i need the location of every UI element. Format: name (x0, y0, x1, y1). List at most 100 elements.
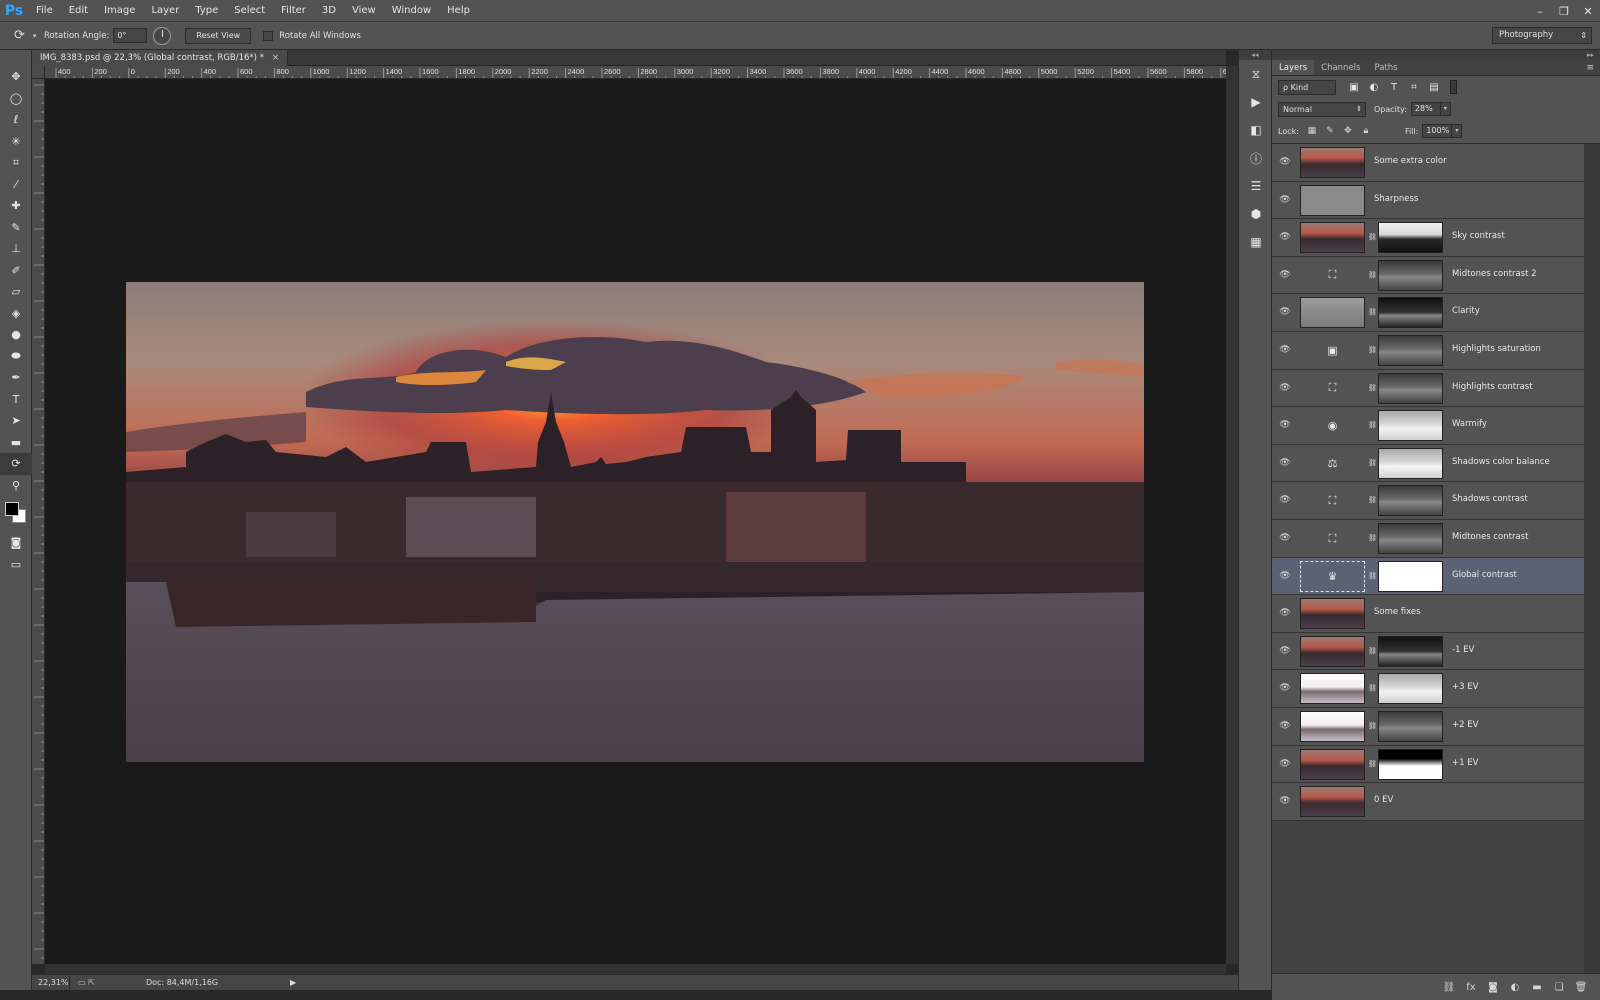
layer-row[interactable]: 👁 ♛ ⛓ Global contrast (1272, 557, 1584, 596)
visibility-eye-icon[interactable]: 👁 (1278, 796, 1292, 806)
opacity-input[interactable]: 28% (1410, 102, 1441, 116)
layer-mask-thumbnail[interactable] (1378, 410, 1443, 442)
fill-input[interactable]: 100% (1422, 124, 1453, 138)
lock-position-icon[interactable]: ✥ (1339, 126, 1357, 136)
mask-link-icon[interactable]: ⛓ (1368, 344, 1377, 356)
smart-object-filter-icon[interactable]: ▤ (1424, 82, 1444, 93)
marquee-tool-icon[interactable]: ◯ (0, 88, 32, 110)
link-layers-icon[interactable]: ⛓ (1438, 982, 1460, 993)
actions-panel-icon[interactable]: ▶ (1239, 88, 1273, 116)
menu-file[interactable]: File (28, 0, 61, 22)
layer-row[interactable]: 👁 ▣ ⛓ Highlights saturation (1272, 332, 1584, 370)
adjustment-layer-icon[interactable]: ⛶ (1300, 260, 1365, 291)
layer-thumbnail[interactable] (1300, 635, 1365, 667)
layer-thumbnail[interactable] (1300, 222, 1365, 254)
mask-link-icon[interactable]: ⛓ (1368, 532, 1377, 544)
mask-link-icon[interactable]: ⛓ (1368, 419, 1377, 431)
history-panel-icon[interactable]: ⧖ (1239, 60, 1273, 88)
layer-mask-thumbnail[interactable] (1378, 523, 1443, 554)
quick-mask-icon[interactable]: ◙ (0, 532, 32, 554)
zoom-tool-icon[interactable]: ⚲ (0, 475, 32, 497)
dock-collapse-icon[interactable]: ◂◂ (1239, 50, 1271, 60)
vertical-ruler[interactable] (32, 79, 45, 964)
restore-button[interactable]: ❐ (1552, 0, 1576, 22)
document-close-icon[interactable]: × (272, 53, 279, 63)
layer-row[interactable]: 👁 ⛓ Sky contrast (1272, 219, 1584, 257)
path-selection-tool-icon[interactable]: ➤ (0, 410, 32, 432)
menu-filter[interactable]: Filter (273, 0, 314, 22)
new-layer-icon[interactable]: ❏ (1548, 982, 1570, 993)
layer-row[interactable]: 👁 ⛶ ⛓ Shadows contrast (1272, 482, 1584, 520)
menu-view[interactable]: View (344, 0, 384, 22)
new-adjustment-layer-icon[interactable]: ◐ (1504, 982, 1526, 993)
adjustments-panel-icon[interactable]: ◧ (1239, 116, 1273, 144)
layer-mask-thumbnail[interactable] (1378, 259, 1443, 291)
menu-edit[interactable]: Edit (61, 0, 96, 22)
visibility-eye-icon[interactable]: 👁 (1278, 383, 1292, 393)
layer-row[interactable]: 👁 Some extra color (1272, 144, 1584, 182)
visibility-eye-icon[interactable]: 👁 (1278, 608, 1292, 618)
visibility-eye-icon[interactable]: 👁 (1278, 157, 1292, 167)
visibility-eye-icon[interactable]: 👁 (1278, 646, 1292, 656)
layer-list-scrollbar[interactable] (1584, 144, 1600, 974)
rotate-all-windows-checkbox[interactable] (263, 30, 274, 41)
layer-row[interactable]: 👁 ⚖ ⛓ Shadows color balance (1272, 444, 1584, 483)
history-brush-tool-icon[interactable]: ✐ (0, 260, 32, 282)
color-swatches[interactable] (0, 496, 32, 532)
visibility-eye-icon[interactable]: 👁 (1278, 759, 1292, 769)
mask-link-icon[interactable]: ⛓ (1368, 758, 1377, 770)
add-mask-icon[interactable]: ◙ (1482, 982, 1504, 993)
delete-layer-icon[interactable]: 🗑︎ (1570, 982, 1592, 993)
menu-window[interactable]: Window (384, 0, 439, 22)
adjustment-layer-icon[interactable]: ⚖ (1300, 448, 1365, 479)
layer-mask-thumbnail[interactable] (1378, 447, 1443, 479)
layer-row[interactable]: 👁 ⛓ +1 EV (1272, 745, 1584, 784)
mask-link-icon[interactable]: ⛓ (1368, 494, 1377, 506)
opacity-caret-icon[interactable]: ▾ (1440, 102, 1451, 116)
layer-thumbnail[interactable] (1300, 711, 1365, 742)
adjustment-layer-icon[interactable]: ▣ (1300, 335, 1365, 366)
panel-collapse-icon[interactable]: ▸▸ (1272, 50, 1600, 60)
visibility-eye-icon[interactable]: 👁 (1278, 495, 1292, 505)
rotate-view-tool-icon[interactable]: ⟳ (0, 453, 32, 475)
layer-mask-thumbnail[interactable] (1378, 560, 1443, 592)
move-tool-icon[interactable]: ✥ (0, 66, 32, 88)
layer-row[interactable]: 👁 ⛓ Clarity (1272, 294, 1584, 332)
tab-channels[interactable]: Channels (1314, 60, 1367, 75)
visibility-eye-icon[interactable]: 👁 (1278, 571, 1292, 581)
pen-tool-icon[interactable]: ✒ (0, 367, 32, 389)
layer-mask-thumbnail[interactable] (1378, 485, 1443, 517)
rotation-dial[interactable] (153, 26, 172, 45)
shape-filter-icon[interactable]: ⌗ (1404, 82, 1424, 93)
type-filter-icon[interactable]: T (1384, 82, 1404, 93)
mask-link-icon[interactable]: ⛓ (1368, 457, 1377, 469)
mask-link-icon[interactable]: ⛓ (1368, 645, 1377, 657)
crop-tool-icon[interactable]: ⌗ (0, 152, 32, 174)
menu-3d[interactable]: 3D (314, 0, 344, 22)
mask-link-icon[interactable]: ⛓ (1368, 570, 1377, 582)
visibility-eye-icon[interactable]: 👁 (1278, 270, 1292, 280)
layer-mask-thumbnail[interactable] (1378, 711, 1443, 742)
layer-mask-thumbnail[interactable] (1378, 673, 1443, 705)
layer-thumbnail[interactable] (1300, 786, 1365, 818)
status-menu-arrow-icon[interactable]: ▶ (290, 978, 296, 987)
visibility-eye-icon[interactable]: 👁 (1278, 195, 1292, 205)
layer-row[interactable]: 👁 ⛶ ⛓ Midtones contrast 2 (1272, 256, 1584, 295)
lasso-tool-icon[interactable]: ℓ (0, 109, 32, 131)
document-tab[interactable]: IMG_8383.psd @ 22,3% (Global contrast, R… (32, 50, 289, 66)
pixel-filter-icon[interactable]: ▣ (1344, 82, 1364, 93)
mask-link-icon[interactable]: ⛓ (1368, 231, 1377, 243)
mask-link-icon[interactable]: ⛓ (1368, 269, 1377, 281)
mask-link-icon[interactable]: ⛓ (1368, 306, 1377, 318)
screen-mode-icon[interactable]: ▭ (0, 554, 32, 576)
filter-toggle[interactable] (1450, 80, 1457, 94)
adjustment-layer-icon[interactable]: ⛶ (1300, 485, 1365, 516)
clone-stamp-tool-icon[interactable]: ⊥ (0, 238, 32, 260)
fill-caret-icon[interactable]: ▾ (1452, 124, 1463, 138)
layer-thumbnail[interactable] (1300, 184, 1365, 216)
visibility-eye-icon[interactable]: 👁 (1278, 533, 1292, 543)
rectangle-tool-icon[interactable]: ▬ (0, 432, 32, 454)
layer-mask-thumbnail[interactable] (1378, 222, 1443, 254)
layer-mask-thumbnail[interactable] (1378, 372, 1443, 404)
visibility-eye-icon[interactable]: 👁 (1278, 420, 1292, 430)
